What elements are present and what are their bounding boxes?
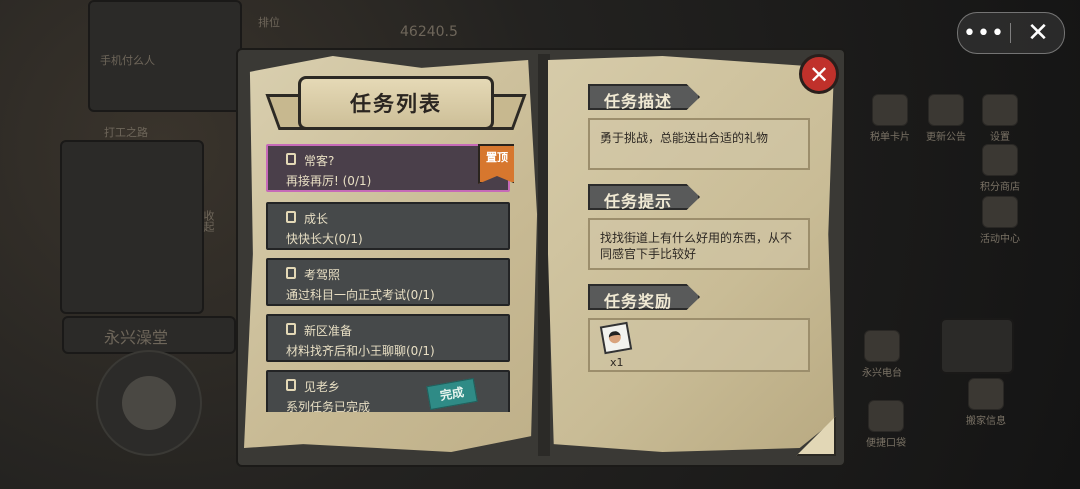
clipboard-icon [286,211,296,223]
photo-card-icon[interactable] [599,321,633,355]
task-desc: 材料找齐后和小王聊聊(0/1) [286,344,435,358]
phone-icon [968,378,1004,410]
done-stamp: 完成 [426,378,478,410]
radio-icon [864,330,900,362]
portrait-icon [607,330,622,345]
clipboard-icon [286,323,296,335]
task-desc: 再接再厉! (0/1) [286,174,372,188]
more-dots-icon[interactable]: ••• [958,13,1010,53]
description-box: 勇于挑战，总能送出合适的礼物 [588,118,810,170]
reward-header-label: 任务奖励 [604,292,673,311]
bag-icon [868,400,904,432]
task-desc: 快快长大(0/1) [286,232,363,246]
clipboard-icon [286,153,296,165]
close-icon[interactable]: ✕ [1012,13,1064,53]
task-desc: 系列任务已完成 [286,400,371,412]
description-header-label: 任务描述 [604,92,673,111]
side-task-panel [60,140,204,314]
hint-header-label: 任务提示 [604,192,673,211]
bg-item-notice[interactable]: 更新公告 [916,94,976,143]
bg-item-move[interactable]: 搬家信息 [956,378,1016,427]
joystick-base[interactable] [96,350,202,456]
notice-icon [928,94,964,126]
bg-item-shop[interactable]: 积分商店 [970,144,1030,193]
task-name: 考驾照 [304,268,341,282]
clipboard-icon [286,267,296,279]
title-banner: 任务列表 [298,76,494,130]
task-item-hometown[interactable]: 见老乡 系列任务已完成 完成 [266,370,510,412]
rank-label: 排位 [258,16,280,29]
task-name: 见老乡 [304,380,341,394]
task-name: 新区准备 [304,324,353,338]
joystick-knob[interactable] [122,376,176,430]
bg-item-events[interactable]: 活动中心 [970,196,1030,245]
description-header: 任务描述 [588,84,700,110]
reward-box: x1 [588,318,810,372]
shop-icon [982,144,1018,176]
task-item-regular[interactable]: 常客? 再接再厉! (0/1) 置顶 [266,144,514,192]
bg-item-settings[interactable]: 设置 [970,94,1030,143]
mini-program-capsule: ••• ✕ [957,12,1065,54]
bg-item-pocket[interactable]: 便捷口袋 [856,400,916,449]
hint-text: 找找街道上有什么好用的东西，从不同感官下手比较好 [600,231,793,261]
reward-quantity: x1 [610,356,624,369]
pin-badge: 置顶 [478,144,514,184]
collapse-button[interactable]: 收起 [200,210,216,232]
hint-header: 任务提示 [588,184,700,210]
left-item-work[interactable]: 打工之路 [104,124,148,140]
coins-readout: 46240.5 [400,24,458,40]
dialog-title: 任务列表 [350,92,442,116]
reward-header: 任务奖励 [588,284,700,310]
pay-button[interactable]: 手机付么人 [100,52,155,68]
close-button[interactable]: ✕ [799,54,839,94]
bg-item-tax[interactable]: 税单卡片 [860,94,920,143]
package-box [940,318,1014,374]
bg-item-radio[interactable]: 永兴电台 [852,330,912,379]
capsule-divider [1010,23,1011,43]
gear-icon [982,94,1018,126]
task-desc: 通过科目一向正式考试(0/1) [286,288,435,302]
task-name: 成长 [304,212,329,226]
task-item-new-area[interactable]: 新区准备 材料找齐后和小王聊聊(0/1) [266,314,510,362]
task-dialog: 任务列表 常客? 再接再厉! (0/1) 置顶 成长 快快长大(0/1) 考驾照… [236,48,846,467]
tv-icon [982,196,1018,228]
task-item-grow[interactable]: 成长 快快长大(0/1) [266,202,510,250]
hint-box: 找找街道上有什么好用的东西，从不同感官下手比较好 [588,218,810,270]
card-icon [872,94,908,126]
task-list[interactable]: 常客? 再接再厉! (0/1) 置顶 成长 快快长大(0/1) 考驾照 通过科目… [266,144,514,412]
clipboard-icon [286,379,296,391]
shop-sign-label: 永兴澡堂 [104,328,169,347]
task-item-license[interactable]: 考驾照 通过科目一向正式考试(0/1) [266,258,510,306]
description-text: 勇于挑战，总能送出合适的礼物 [600,131,769,145]
task-name: 常客? [304,154,335,168]
shop-sign: 永兴澡堂 [62,316,236,354]
